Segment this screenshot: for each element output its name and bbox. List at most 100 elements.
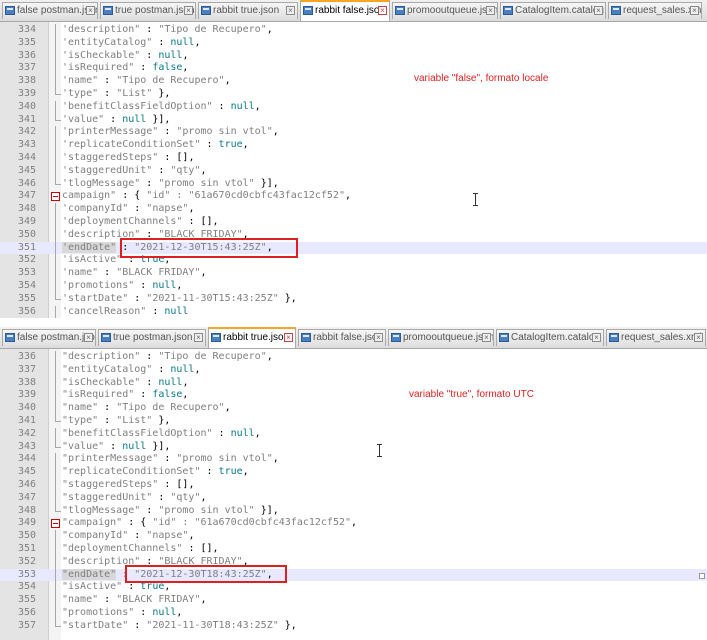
code-line[interactable]: 338 'name" : "Tipo de Recupero",	[0, 75, 707, 88]
tab-false-postman-json[interactable]: false postman.json ×	[2, 2, 98, 19]
close-icon[interactable]: ×	[690, 6, 699, 15]
code-line[interactable]: 343 'replicateConditionSet" : true,	[0, 139, 707, 152]
tab-false-postman-json[interactable]: false postman.json ×	[2, 329, 96, 346]
close-icon[interactable]: ×	[184, 6, 193, 15]
code-line[interactable]: 340 "name" : "Tipo de Recupero",	[0, 402, 707, 415]
code-line[interactable]: 342 "benefitClassFieldOption" : null,	[0, 427, 707, 441]
fold-guide	[51, 504, 61, 518]
code-line[interactable]: 340 'benefitClassFieldOption" : null,	[0, 100, 707, 114]
code-line[interactable]: 357 "startDate" : "2021-11-30T18:43:25Z" …	[0, 619, 707, 633]
close-icon[interactable]: ×	[486, 6, 495, 15]
fold-guide	[51, 389, 61, 402]
json-separator: :	[98, 594, 117, 606]
code-line[interactable]: 350 "companyId" : "napse",	[0, 530, 707, 543]
json-punctuation: ,	[351, 517, 358, 529]
line-number: 338	[17, 376, 36, 388]
code-line[interactable]: 347 campaign" : { "id" : "61a670cd0cbfc43…	[0, 190, 707, 203]
code-line[interactable]: 352 "description" : "BLACK FRIDAY",	[0, 555, 707, 569]
code-line[interactable]: 341 "type" : "List" },	[0, 414, 707, 428]
tab-rabbit-false-json[interactable]: rabbit false.json ×	[298, 329, 386, 346]
code-text: 'printerMessage" : "promo sin vtol",	[62, 126, 279, 139]
code-line[interactable]: 334 'description" : "Tipo de Recupero",	[0, 24, 707, 37]
code-line[interactable]: 346 'tlogMessage" : "promo sin vtol" }],	[0, 177, 707, 191]
fold-collapse-icon[interactable]	[51, 190, 61, 203]
code-line[interactable]: 342 'printerMessage" : "promo sin vtol",	[0, 126, 707, 139]
code-text: "staggeredSteps" : [],	[62, 479, 194, 492]
fold-guide	[51, 126, 61, 139]
code-line[interactable]: 354 "isActive" : true,	[0, 581, 707, 594]
code-line[interactable]: 348 "tlogMessage" : "promo sin vtol" }],	[0, 504, 707, 518]
tab-true-postman-json[interactable]: true postman.json ×	[100, 2, 196, 19]
tab-rabbit-true-json[interactable]: rabbit true.json ×	[198, 2, 298, 19]
close-icon[interactable]: ×	[594, 6, 603, 15]
json-punctuation: }],	[146, 440, 171, 452]
tab-promooutqueue-json[interactable]: promooutqueue.json ×	[392, 2, 498, 19]
code-line[interactable]: 345 'staggeredUnit" : "qty",	[0, 164, 707, 178]
code-area[interactable]: 334'description" : "Tipo de Recupero", 33…	[0, 24, 707, 318]
tab-rabbit-true-json[interactable]: rabbit true.json ×	[208, 327, 296, 348]
ibeam-cursor-icon	[376, 444, 383, 457]
code-line[interactable]: 335 'entityCatalog" : null,	[0, 36, 707, 50]
code-line[interactable]: 355 "name" : "BLACK FRIDAY",	[0, 594, 707, 607]
json-punctuation: },	[152, 414, 171, 426]
close-icon[interactable]: ×	[86, 6, 95, 15]
code-line[interactable]: 336 "description" : "Tipo de Recupero",	[0, 351, 707, 364]
code-line[interactable]: 343 "value" : null }],	[0, 440, 707, 454]
tab-rabbit-false-json[interactable]: rabbit false.json ×	[300, 0, 390, 21]
json-separator: :	[140, 49, 159, 61]
code-line[interactable]: 348 'companyId" : "napse",	[0, 203, 707, 216]
tab-request-sales-xml[interactable]: request_sales.xml ×	[606, 329, 706, 346]
code-line[interactable]: 339 "isRequired" : false,	[0, 389, 707, 402]
fold-guide	[51, 254, 61, 267]
json-key: 'promotions"	[62, 279, 135, 291]
highlight-box	[120, 238, 298, 258]
code-line[interactable]: 347 "staggeredUnit" : "qty",	[0, 491, 707, 505]
code-line[interactable]: 338 "isCheckable" : null,	[0, 376, 707, 390]
tab-request-sales-xml[interactable]: request_sales.xml ×	[608, 2, 702, 19]
code-line[interactable]: 344 "printerMessage" : "promo sin vtol",	[0, 453, 707, 466]
tab-promooutqueue-json[interactable]: promooutqueue.json ×	[388, 329, 494, 346]
code-line[interactable]: 354 'promotions" : null,	[0, 279, 707, 293]
code-area[interactable]: 336 "description" : "Tipo de Recupero", 33…	[0, 351, 707, 633]
code-text: 'isCheckable" : null,	[62, 50, 188, 63]
close-icon[interactable]: ×	[482, 333, 491, 342]
tab-true-postman-json[interactable]: true postman.json ×	[98, 329, 206, 346]
tab-label: rabbit false.json	[313, 332, 384, 343]
close-icon[interactable]: ×	[378, 6, 387, 15]
code-text: "campaign" : { "id" : "61a670cd0cbfc43fa…	[62, 517, 357, 530]
code-line[interactable]: 337 "entityCatalog" : null,	[0, 363, 707, 377]
code-line[interactable]: 352'isActive" : true,	[0, 254, 707, 267]
code-line[interactable]: 356 'cancelReason" : null	[0, 305, 707, 318]
code-line[interactable]: 355 'startDate" : "2021-11-30T15:43:25Z" …	[0, 292, 707, 306]
line-number: 353	[17, 267, 36, 279]
json-separator: :	[152, 491, 171, 503]
code-line[interactable]: 337 'isRequired" : false,	[0, 62, 707, 75]
code-line[interactable]: 351'endDate" : "2021-12-30T15:43:25Z",	[0, 241, 707, 255]
json-punctuation: ,	[200, 267, 207, 279]
json-value: "qty"	[170, 491, 201, 503]
code-line[interactable]: 336 'isCheckable" : null,	[0, 49, 707, 63]
close-icon[interactable]: ×	[694, 333, 703, 342]
code-line[interactable]: 356 "promotions" : null,	[0, 606, 707, 620]
code-line[interactable]: 350'description" : "BLACK FRIDAY",	[0, 228, 707, 242]
code-line[interactable]: 351 "deploymentChannels" : [],	[0, 542, 707, 556]
code-line[interactable]: 341 'value" : null }],	[0, 113, 707, 127]
code-line[interactable]: 349 "campaign" : { "id" : "61a670cd0cbfc4…	[0, 517, 707, 530]
code-line[interactable]: 346 "staggeredSteps" : [],	[0, 478, 707, 492]
code-line[interactable]: 339 'type" : "List" },	[0, 87, 707, 101]
close-icon[interactable]: ×	[592, 333, 601, 342]
code-line[interactable]: 344 'staggeredSteps" : [],	[0, 151, 707, 165]
code-line[interactable]: 353 "endDate" : "2021-12-30T18:43:25Z",	[0, 568, 707, 582]
fold-collapse-icon[interactable]	[51, 517, 61, 530]
code-line[interactable]: 353 'name" : "BLACK FRIDAY",	[0, 267, 707, 280]
close-icon[interactable]: ×	[374, 333, 383, 342]
tab-catalogitem-catalog[interactable]: CatalogItem.catalog ×	[496, 329, 604, 346]
code-line[interactable]: 345 "replicateConditionSet" : true,	[0, 466, 707, 479]
tab-catalogitem-catalog[interactable]: CatalogItem.catalog ×	[500, 2, 606, 19]
close-icon[interactable]: ×	[286, 6, 295, 15]
code-line[interactable]: 349 'deploymentChannels" : [],	[0, 215, 707, 229]
close-icon[interactable]: ×	[84, 333, 93, 342]
close-icon[interactable]: ×	[284, 333, 293, 342]
json-separator: :	[128, 530, 147, 542]
close-icon[interactable]: ×	[194, 333, 203, 342]
